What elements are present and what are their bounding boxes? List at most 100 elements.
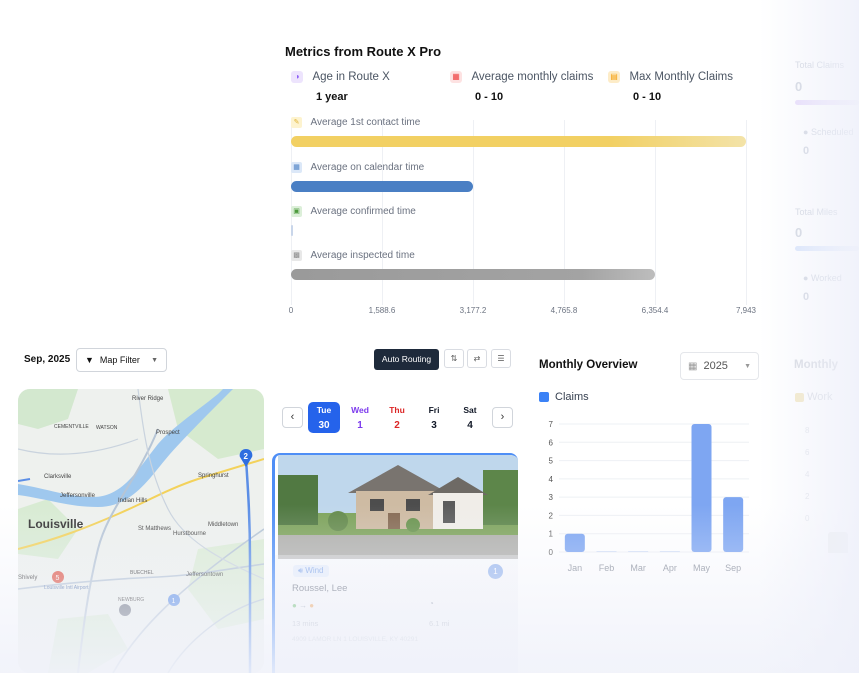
filter-icon: ▼ bbox=[85, 355, 94, 365]
svg-text:CEMENTVILLE: CEMENTVILLE bbox=[54, 424, 89, 430]
day-fri[interactable]: Fri 3 bbox=[418, 402, 450, 433]
day-number: 1 bbox=[357, 420, 363, 431]
bar-row-confirmed: ▣ Average confirmed time bbox=[291, 203, 416, 221]
svg-text:BUECHEL: BUECHEL bbox=[130, 570, 154, 576]
next-day-button[interactable]: › bbox=[492, 407, 513, 428]
kpi-label: Age in Route X bbox=[312, 70, 390, 83]
x-tick-label: Mar bbox=[630, 563, 646, 573]
ghost-worked-label: ● Worked bbox=[803, 273, 842, 283]
svg-text:Middletown: Middletown bbox=[208, 522, 238, 528]
ghost-scheduled-value: 0 bbox=[803, 145, 810, 157]
bar-may bbox=[691, 424, 712, 552]
speedometer-icon: ◔ bbox=[429, 599, 434, 608]
day-name: Thu bbox=[389, 405, 405, 415]
chevron-down-icon: ▼ bbox=[744, 362, 751, 370]
y-tick-label: 7 bbox=[549, 420, 554, 429]
map-canvas: River Ridge CEMENTVILLE WATSON Prospect … bbox=[18, 389, 264, 673]
sort-icon[interactable]: ⇅ bbox=[444, 349, 464, 368]
tick-label: 4,765.8 bbox=[550, 306, 578, 315]
clipboard-icon: ▤ bbox=[608, 70, 620, 83]
legend-swatch bbox=[539, 392, 549, 402]
y-tick-label: 1 bbox=[549, 530, 554, 539]
calendar-icon: ▦ bbox=[450, 70, 462, 83]
ghost-bar bbox=[828, 532, 848, 553]
tick-label: 1,588.6 bbox=[368, 306, 396, 315]
auto-routing-button[interactable]: Auto Routing bbox=[374, 349, 439, 370]
calendar-icon: ▦ bbox=[688, 360, 698, 372]
swap-icon[interactable]: ⇄ bbox=[467, 349, 487, 368]
bar-row-contact: ✎ Average 1st contact time bbox=[291, 114, 420, 132]
svg-text:Jeffersontown: Jeffersontown bbox=[186, 572, 223, 578]
monthly-overview-title: Monthly Overview bbox=[539, 359, 638, 371]
bar-apr bbox=[659, 551, 680, 552]
bar-label: Average confirmed time bbox=[310, 206, 416, 218]
bar-row-inspected: ▩ Average inspected time bbox=[291, 247, 415, 265]
svg-text:5: 5 bbox=[56, 575, 60, 582]
svg-text:2: 2 bbox=[244, 452, 249, 461]
ghost-scheduled-label: ● Scheduled bbox=[803, 127, 854, 137]
day-thu[interactable]: Thu 2 bbox=[381, 402, 413, 433]
svg-text:St Matthews: St Matthews bbox=[138, 526, 171, 532]
map-filter-dropdown[interactable]: ▼ Map Filter ▼ bbox=[76, 348, 167, 372]
svg-text:Shively: Shively bbox=[18, 575, 37, 581]
kpi-age: ◑ Age in Route X 1 year bbox=[291, 68, 390, 103]
kpi-value: 0 - 10 bbox=[475, 91, 504, 103]
svg-text:Louisville Intl Airport: Louisville Intl Airport bbox=[44, 585, 89, 591]
metrics-title: Metrics from Route X Pro bbox=[285, 44, 442, 59]
ghost-progress bbox=[795, 100, 859, 105]
property-photo bbox=[278, 455, 518, 559]
bar-row-calendar: ▦ Average on calendar time bbox=[291, 159, 424, 177]
bar-confirmed bbox=[291, 225, 293, 236]
bar-contact bbox=[291, 136, 746, 147]
y-tick-label: 0 bbox=[549, 548, 554, 557]
svg-text:1: 1 bbox=[172, 598, 176, 605]
day-wed[interactable]: Wed 1 bbox=[344, 402, 376, 433]
property-address: 4909 LAMOR LN 1 LOUISVILLE, KY 40291 bbox=[292, 636, 418, 643]
property-card[interactable]: 🔊︎ Wind 1 Roussel, Lee ● → ● ◔ 13 mins 6… bbox=[272, 453, 518, 673]
day-number: 2 bbox=[394, 420, 400, 431]
tick-label: 0 bbox=[288, 306, 294, 315]
day-number: 30 bbox=[318, 420, 330, 431]
svg-text:Jeffersonville: Jeffersonville bbox=[60, 493, 96, 499]
wind-icon: 🔊︎ bbox=[298, 566, 304, 575]
x-tick-label: May bbox=[693, 563, 711, 573]
kpi-value: 1 year bbox=[316, 91, 348, 103]
prev-day-button[interactable]: ‹ bbox=[282, 407, 303, 428]
list-icon[interactable]: ☰ bbox=[491, 349, 511, 368]
ghost-total-miles-value: 0 bbox=[795, 225, 803, 240]
contact-icon: ✎ bbox=[291, 117, 302, 129]
chart-legend: Claims bbox=[539, 391, 589, 403]
bar-mar bbox=[628, 551, 649, 552]
bar-label: Average inspected time bbox=[310, 250, 415, 262]
ghost-ticks: 86420 bbox=[805, 426, 810, 523]
legend-label: Claims bbox=[555, 391, 589, 403]
end-pin-icon: ● bbox=[309, 601, 315, 610]
ghost-total-claims-label: Total Claims bbox=[795, 60, 845, 70]
svg-text:WATSON: WATSON bbox=[96, 425, 118, 431]
bar-label: Average 1st contact time bbox=[310, 117, 421, 129]
kpi-avg-claims: ▦ Average monthly claims 0 - 10 bbox=[450, 68, 593, 103]
monthly-claims-chart: 0 1 2 3 4 5 6 7 Jan Feb Mar Apr May Sep bbox=[549, 420, 749, 573]
day-name: Sat bbox=[463, 405, 477, 415]
day-sat[interactable]: Sat 4 bbox=[454, 402, 486, 433]
day-tue[interactable]: Tue 30 bbox=[308, 402, 340, 433]
kpi-value: 0 - 10 bbox=[633, 91, 662, 103]
tick-label: 3,177.2 bbox=[459, 306, 487, 315]
route-map[interactable]: River Ridge CEMENTVILLE WATSON Prospect … bbox=[18, 389, 264, 673]
start-pin-icon: ● bbox=[292, 601, 297, 610]
y-tick-label: 6 bbox=[549, 438, 554, 447]
svg-text:Prospect: Prospect bbox=[156, 430, 180, 436]
inspected-icon: ▩ bbox=[291, 250, 302, 262]
travel-time: 13 mins bbox=[292, 619, 319, 628]
year-select[interactable]: ▦ 2025 ▼ bbox=[680, 352, 759, 380]
peril-tag: 🔊︎ Wind bbox=[293, 565, 329, 577]
day-name: Tue bbox=[316, 405, 332, 415]
day-name: Fri bbox=[428, 405, 440, 415]
ghost-total-claims-value: 0 bbox=[795, 79, 803, 94]
stop-number-badge: 1 bbox=[488, 564, 503, 579]
day-number: 4 bbox=[467, 420, 473, 431]
travel-distance: 6.1 mi bbox=[429, 619, 450, 628]
bar-feb bbox=[596, 551, 617, 552]
route-icons: ● → ● bbox=[292, 601, 315, 610]
ghost-progress bbox=[795, 246, 859, 251]
